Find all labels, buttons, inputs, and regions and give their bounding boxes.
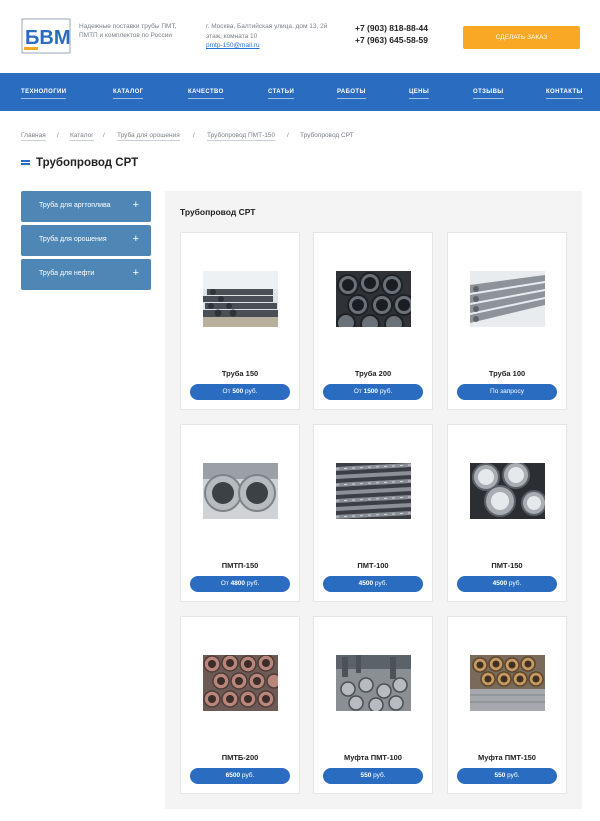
breadcrumb-catalog[interactable]: Каталог (70, 132, 94, 141)
nav-item-technologies[interactable]: ТЕХНОЛОГИИ (21, 89, 67, 99)
nav-item-articles[interactable]: СТАТЬИ (268, 89, 295, 99)
price-button[interactable]: От 4800 руб. (190, 576, 290, 592)
product-card[interactable]: Муфта ПМТ-150 550 руб. (447, 616, 567, 794)
product-card[interactable]: ПМТ-100 4500 руб. (313, 424, 433, 602)
product-photo-two-large-pipes[interactable] (203, 463, 278, 519)
sidebar-item-oil-pipe[interactable]: Труба для нефти + (21, 259, 151, 290)
product-card[interactable]: Муфта ПМТ-100 550 руб. (313, 616, 433, 794)
product-photo-pipe-ends[interactable] (336, 271, 411, 327)
phone-2[interactable]: +7 (963) 645-58-59 (355, 34, 428, 46)
price-button[interactable]: 6500 руб. (190, 768, 290, 784)
product-name[interactable]: ПМТБ-200 (181, 753, 299, 762)
sidebar-item-label: Труба для аргтоплива (39, 202, 111, 209)
product-card[interactable]: ПМТБ-200 6500 руб. (180, 616, 300, 794)
sidebar-item-fuel-pipe[interactable]: Труба для аргтоплива + (21, 191, 151, 222)
product-name[interactable]: ПМТ-100 (314, 561, 432, 570)
product-photo-pipe-bundle[interactable] (470, 271, 545, 327)
sidebar-item-irrigation-pipe[interactable]: Труба для орошения + (21, 225, 151, 256)
plus-icon[interactable]: + (133, 199, 139, 211)
product-photo-couplings-pile[interactable] (336, 655, 411, 711)
product-name[interactable]: Муфта ПМТ-150 (448, 753, 566, 762)
price-button[interactable]: От 500 руб. (190, 384, 290, 400)
product-name[interactable]: Труба 100 (448, 369, 566, 378)
product-photo-stacked-pipes[interactable] (203, 271, 278, 327)
product-card[interactable]: Труба 150 От 500 руб. (180, 232, 300, 410)
price-button[interactable]: 550 руб. (457, 768, 557, 784)
price-prefix: По запросу (490, 388, 524, 395)
product-card[interactable]: ПМТ-150 4500 руб. (447, 424, 567, 602)
product-name[interactable]: ПМТ-150 (448, 561, 566, 570)
product-card[interactable]: ПМТП-150 От 4800 руб. (180, 424, 300, 602)
breadcrumb-home[interactable]: Главная (21, 132, 46, 141)
nav-item-quality[interactable]: КАЧЕСТВО (188, 89, 224, 99)
product-name[interactable]: ПМТП-150 (181, 561, 299, 570)
product-photo-pipe-ends-large[interactable] (470, 463, 545, 519)
price-button[interactable]: От 1500 руб. (323, 384, 423, 400)
phone-numbers: +7 (903) 818-88-44 +7 (963) 645-58-59 (355, 22, 428, 46)
sidebar-item-label: Труба для нефти (39, 270, 95, 277)
breadcrumb-separator: / (103, 132, 105, 139)
price-button[interactable]: 550 руб. (323, 768, 423, 784)
price-suffix: руб. (240, 772, 255, 779)
main-nav: ТЕХНОЛОГИИ КАТАЛОГ КАЧЕСТВО СТАТЬИ РАБОТ… (0, 73, 600, 111)
price-value: 550 (494, 772, 506, 779)
breadcrumb-pmt150[interactable]: Трубопровод ПМТ-150 (207, 132, 276, 141)
nav-item-contacts[interactable]: КОНТАКТЫ (546, 89, 583, 99)
price-suffix: руб. (373, 580, 388, 587)
catalog-title: Трубопровод СРТ (180, 207, 256, 217)
product-name[interactable]: Труба 150 (181, 369, 299, 378)
price-button[interactable]: 4500 руб. (323, 576, 423, 592)
price-prefix: От (220, 580, 231, 587)
phone-1[interactable]: +7 (903) 818-88-44 (355, 22, 428, 34)
title-marker-icon (21, 160, 30, 167)
nav-item-prices[interactable]: ЦЕНЫ (409, 89, 430, 99)
logo[interactable]: БВМ (21, 18, 71, 54)
logo-text: БВМ (25, 27, 70, 49)
price-value: 1500 (363, 388, 379, 395)
product-name[interactable]: Труба 200 (314, 369, 432, 378)
product-card[interactable]: Труба 200 От 1500 руб. (313, 232, 433, 410)
product-photo-couplings-crate[interactable] (470, 655, 545, 711)
breadcrumb-current: Трубопровод СРТ (300, 132, 354, 139)
nav-item-works[interactable]: РАБОТЫ (337, 89, 366, 99)
contact-address: г. Москва, Балтийская улица, дом 13, 2й … (206, 22, 331, 51)
address-text: г. Москва, Балтийская улица, дом 13, 2й … (206, 23, 328, 40)
breadcrumb-separator: / (287, 132, 289, 139)
price-prefix: От (222, 388, 233, 395)
plus-icon[interactable]: + (133, 233, 139, 245)
product-photo-rusty-pipe-ends[interactable] (203, 655, 278, 711)
price-value: 4800 (230, 580, 246, 587)
price-suffix: руб. (245, 580, 260, 587)
plus-icon[interactable]: + (133, 267, 139, 279)
order-button[interactable]: СДЕЛАТЬ ЗАКАЗ (463, 26, 580, 49)
breadcrumb-separator: / (57, 132, 59, 139)
price-value: 550 (360, 772, 372, 779)
nav-item-catalog[interactable]: КАТАЛОГ (113, 89, 144, 99)
breadcrumb-separator: / (193, 132, 195, 139)
product-name[interactable]: Муфта ПМТ-100 (314, 753, 432, 762)
price-value: 4500 (492, 580, 508, 587)
page-title: Трубопровод СРТ (36, 157, 139, 169)
price-suffix: руб. (505, 772, 520, 779)
email-link[interactable]: pmtp-150@mail.ru (206, 41, 331, 51)
price-suffix: руб. (507, 580, 522, 587)
price-prefix: От (353, 388, 364, 395)
price-button[interactable]: 4500 руб. (457, 576, 557, 592)
price-value: 6500 (225, 772, 241, 779)
breadcrumb-irrigation[interactable]: Труба для орошения (117, 132, 180, 141)
price-value: 500 (232, 388, 244, 395)
price-suffix: руб. (378, 388, 393, 395)
price-value: 4500 (358, 580, 374, 587)
product-card[interactable]: Труба 100 По запросу (447, 232, 567, 410)
price-button[interactable]: По запросу (457, 384, 557, 400)
price-suffix: руб. (243, 388, 258, 395)
price-suffix: руб. (371, 772, 386, 779)
product-photo-pipes-diagonal[interactable] (336, 463, 411, 519)
site-header: БВМ Надежные поставки трубы ПМТ, ПМТП и … (0, 0, 600, 73)
nav-item-reviews[interactable]: ОТЗЫВЫ (473, 89, 504, 99)
tagline: Надежные поставки трубы ПМТ, ПМТП и комп… (79, 23, 177, 39)
sidebar-item-label: Труба для орошения (39, 236, 107, 243)
